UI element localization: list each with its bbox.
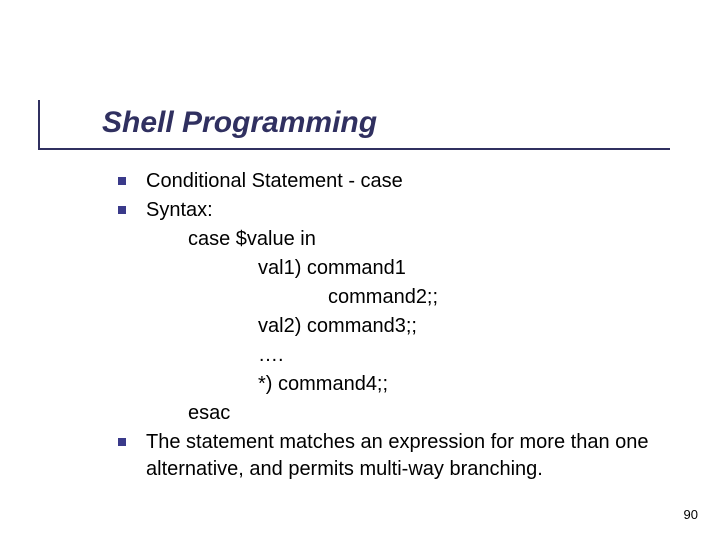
bullet-square-icon	[118, 206, 126, 214]
code-text: val2) command3;;	[258, 315, 417, 337]
bullet-square-icon	[118, 177, 126, 185]
bullet-item: Syntax:	[118, 197, 688, 224]
code-text: esac	[188, 402, 230, 424]
code-text: case $value in	[188, 228, 316, 250]
code-line: ….	[118, 342, 688, 369]
code-line: esac	[118, 400, 688, 427]
bullet-item: Conditional Statement - case	[118, 168, 688, 195]
code-line: *) command4;;	[118, 371, 688, 398]
bullet-square-icon	[118, 438, 126, 446]
bullet-item: The statement matches an expression for …	[118, 429, 688, 483]
code-line: val2) command3;;	[118, 313, 688, 340]
code-line: case $value in	[118, 226, 688, 253]
code-text: ….	[258, 344, 284, 366]
title-rule-vertical	[38, 100, 40, 150]
page-number: 90	[684, 507, 698, 522]
code-line: val1) command1	[118, 255, 688, 282]
bullet-text: Syntax:	[146, 199, 213, 221]
code-text: val1) command1	[258, 257, 406, 279]
bullet-text: The statement matches an expression for …	[146, 431, 649, 480]
code-line: command2;;	[118, 284, 688, 311]
bullet-text: Conditional Statement - case	[146, 170, 403, 192]
title-area: Shell Programming	[102, 106, 377, 140]
code-text: *) command4;;	[258, 373, 388, 395]
code-text: command2;;	[328, 286, 438, 308]
slide-title: Shell Programming	[102, 106, 377, 140]
slide-body: Conditional Statement - case Syntax: cas…	[118, 168, 688, 485]
slide: Shell Programming Conditional Statement …	[0, 0, 720, 540]
title-rule-horizontal	[38, 148, 670, 150]
